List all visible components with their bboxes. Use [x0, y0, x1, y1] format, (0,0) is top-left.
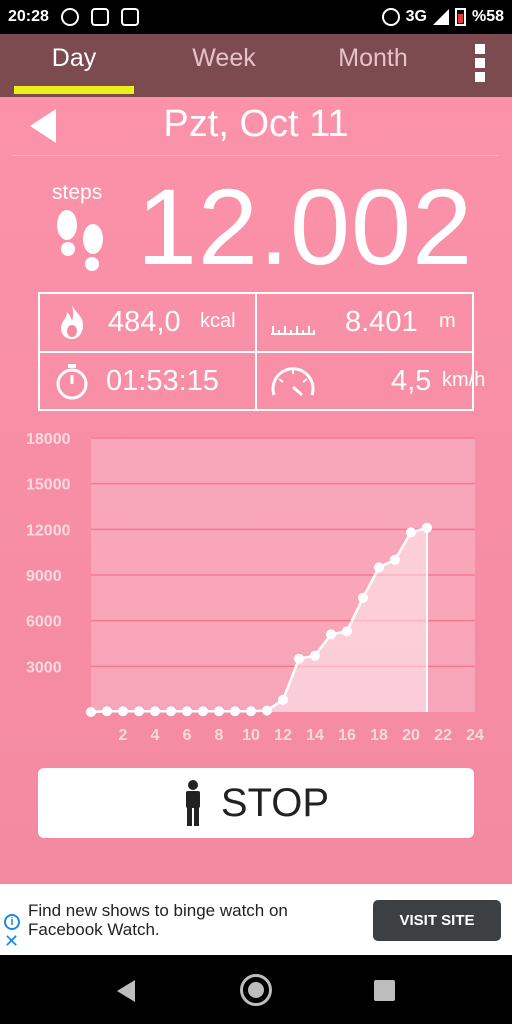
distance-unit: m — [439, 310, 456, 332]
data-point — [310, 650, 320, 661]
data-point — [374, 562, 384, 573]
ad-info-icon[interactable]: i — [4, 914, 20, 930]
y-tick-label: 9000 — [26, 568, 62, 585]
status-time: 20:28 — [8, 8, 49, 25]
stop-button-label: STOP — [220, 780, 330, 825]
x-tick-label: 2 — [119, 727, 128, 744]
y-tick-label: 18000 — [26, 431, 71, 448]
calories-stat: 484,0 kcal — [40, 294, 255, 350]
duration-value: 01:53:15 — [106, 364, 219, 397]
data-point — [326, 629, 336, 640]
data-point — [422, 522, 432, 533]
x-tick-label: 22 — [434, 727, 452, 744]
ad-text: Find new shows to binge watch on Faceboo… — [28, 901, 288, 939]
x-tick-label: 18 — [370, 727, 388, 744]
battery-level: %58 — [471, 8, 504, 25]
hourly-steps-chart: 3000600090001200015000180002 4 6 8 10 12 14 16 1… — [26, 431, 484, 744]
data-point — [390, 554, 400, 565]
steps-count: 12.002 — [136, 166, 474, 287]
data-point — [230, 706, 240, 717]
stop-button[interactable]: STOP — [38, 768, 474, 838]
distance-stat: 8.401 m — [257, 294, 472, 350]
x-tick-label: 12 — [274, 727, 292, 744]
stats-grid: 484,0 kcal 8.401 m 01:53:15 4,5 km/h — [38, 292, 485, 411]
ruler-icon — [271, 326, 315, 335]
data-point — [246, 706, 256, 717]
x-tick-label: 6 — [183, 727, 192, 744]
data-point — [278, 694, 288, 705]
lock-icon — [90, 8, 109, 26]
ad-banner[interactable]: i ✕ Find new shows to binge watch on Fac… — [0, 884, 512, 955]
tab-week[interactable]: Week — [164, 44, 284, 78]
person-icon — [185, 780, 200, 826]
speed-stat: 4,5 km/h — [257, 353, 485, 409]
x-tick-label: 20 — [402, 727, 420, 744]
x-tick-label: 8 — [215, 727, 224, 744]
x-tick-label: 16 — [338, 727, 356, 744]
speed-value: 4,5 — [391, 364, 432, 397]
steps-label: steps — [52, 181, 103, 204]
data-point — [198, 706, 208, 717]
data-point — [342, 626, 352, 637]
nav-back-icon[interactable] — [117, 980, 135, 1002]
instagram-icon — [60, 8, 79, 26]
alarm-icon — [381, 8, 400, 26]
y-tick-label: 15000 — [26, 477, 71, 494]
date-header: Pzt, Oct 11 — [0, 97, 512, 155]
data-point — [262, 705, 272, 716]
data-point — [134, 706, 144, 717]
tab-bar: Day Week Month — [0, 34, 512, 97]
data-point — [214, 706, 224, 717]
x-tick-label: 14 — [306, 727, 324, 744]
calories-value: 484,0 — [108, 305, 181, 338]
date-title: Pzt, Oct 11 — [163, 103, 349, 145]
previous-day-icon[interactable] — [30, 109, 56, 143]
data-point — [166, 706, 176, 717]
data-point — [406, 527, 416, 538]
nav-recents-icon[interactable] — [374, 980, 395, 1001]
x-tick-label: 24 — [466, 727, 484, 744]
data-point — [358, 592, 368, 603]
y-tick-label: 12000 — [26, 522, 71, 539]
main-content: Pzt, Oct 11 steps 12.002 484,0 kcal 8.40… — [0, 97, 512, 884]
visit-site-button[interactable]: VISIT SITE — [373, 900, 501, 941]
pedometer-icon — [120, 8, 139, 26]
tab-month[interactable]: Month — [313, 44, 433, 78]
stopwatch-icon — [56, 364, 88, 400]
calories-unit: kcal — [200, 310, 236, 332]
duration-stat: 01:53:15 — [40, 353, 255, 409]
x-tick-label: 4 — [151, 727, 160, 744]
y-tick-label: 3000 — [26, 659, 62, 676]
data-point — [118, 706, 128, 717]
data-point — [86, 707, 96, 717]
navigation-bar — [0, 955, 512, 1024]
data-point — [294, 653, 304, 664]
data-point — [102, 706, 112, 717]
ad-close-icon[interactable]: ✕ — [4, 932, 19, 950]
network-type: 3G — [405, 8, 427, 25]
nav-home-icon[interactable] — [240, 974, 272, 1006]
more-options-icon[interactable] — [472, 44, 488, 82]
signal-icon — [432, 9, 449, 25]
y-tick-label: 6000 — [26, 614, 62, 631]
tab-day[interactable]: Day — [14, 44, 134, 78]
speed-unit: km/h — [442, 369, 486, 391]
active-tab-indicator — [14, 86, 134, 94]
distance-value: 8.401 — [345, 305, 418, 338]
footprints-icon — [57, 210, 103, 271]
data-point — [182, 706, 192, 717]
divider — [12, 155, 498, 156]
status-bar: 20:28 3G %58 — [0, 0, 512, 34]
speedometer-icon — [271, 367, 315, 397]
data-point — [150, 706, 160, 717]
x-tick-label: 10 — [242, 727, 260, 744]
battery-icon — [454, 8, 466, 26]
flame-icon — [61, 305, 84, 339]
